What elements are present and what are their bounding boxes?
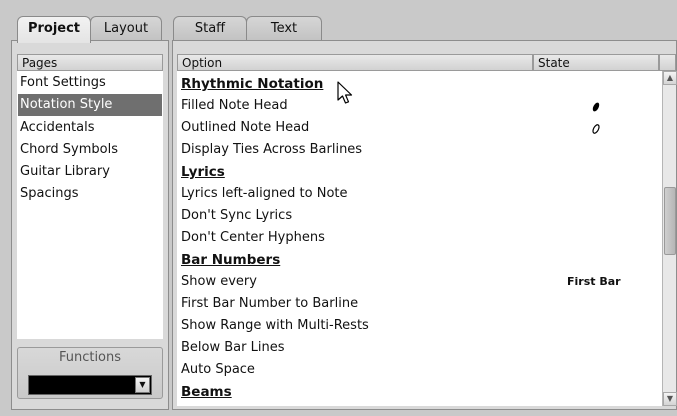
functions-selected-value [29, 378, 32, 391]
pages-item-font-settings[interactable]: Font Settings [18, 72, 162, 94]
option-first-bar-number-to-barline[interactable]: First Bar Number to Barline [181, 293, 358, 315]
option-auto-space[interactable]: Auto Space [181, 359, 255, 381]
pages-header: Pages [17, 54, 163, 71]
option-heading-lyrics[interactable]: Lyrics [181, 161, 225, 183]
functions-label: Functions [58, 350, 122, 365]
option-show-every[interactable]: Show every [181, 271, 257, 293]
scroll-up-arrow-icon[interactable]: ▲ [663, 71, 677, 85]
pages-item-accidentals[interactable]: Accidentals [18, 117, 162, 139]
option-display-ties[interactable]: Display Ties Across Barlines [181, 139, 362, 161]
option-outlined-note-head[interactable]: Outlined Note Head [181, 117, 309, 139]
option-show-range-multi-rests[interactable]: Show Range with Multi-Rests [181, 315, 369, 337]
tab-staff[interactable]: Staff [173, 16, 247, 41]
chevron-down-icon[interactable]: ▼ [135, 377, 150, 393]
option-heading-rhythmic-notation[interactable]: Rhythmic Notation [181, 73, 323, 95]
tab-layout[interactable]: Layout [90, 16, 162, 41]
option-heading-beams[interactable]: Beams [181, 381, 232, 403]
option-dont-center-hyphens[interactable]: Don't Center Hyphens [181, 227, 325, 249]
options-scrollbar[interactable]: ▲ ▼ [662, 71, 677, 406]
pages-item-notation-style[interactable]: Notation Style [18, 94, 162, 116]
option-below-bar-lines[interactable]: Below Bar Lines [181, 337, 284, 359]
pages-item-guitar-library[interactable]: Guitar Library [18, 161, 162, 183]
option-heading-bar-numbers[interactable]: Bar Numbers [181, 249, 280, 271]
scrollbar-thumb[interactable] [664, 187, 676, 255]
mouse-cursor-icon [336, 81, 356, 107]
header-corner [659, 54, 676, 71]
functions-group: Functions ▼ [17, 347, 163, 399]
filled-notehead-icon[interactable] [590, 99, 602, 113]
scroll-down-arrow-icon[interactable]: ▼ [663, 392, 677, 406]
state-show-every-value[interactable]: First Bar [567, 271, 621, 293]
options-column-header[interactable]: Option [177, 54, 533, 71]
option-lyrics-left-aligned[interactable]: Lyrics left-aligned to Note [181, 183, 348, 205]
state-column-header[interactable]: State [533, 54, 659, 71]
outlined-notehead-icon[interactable] [590, 121, 602, 135]
pages-item-spacings[interactable]: Spacings [18, 183, 162, 205]
functions-dropdown[interactable]: ▼ [28, 375, 152, 395]
tab-project[interactable]: Project [17, 16, 91, 43]
tab-text[interactable]: Text [246, 16, 322, 41]
option-dont-sync-lyrics[interactable]: Don't Sync Lyrics [181, 205, 292, 227]
option-filled-note-head[interactable]: Filled Note Head [181, 95, 288, 117]
pages-item-chord-symbols[interactable]: Chord Symbols [18, 139, 162, 161]
